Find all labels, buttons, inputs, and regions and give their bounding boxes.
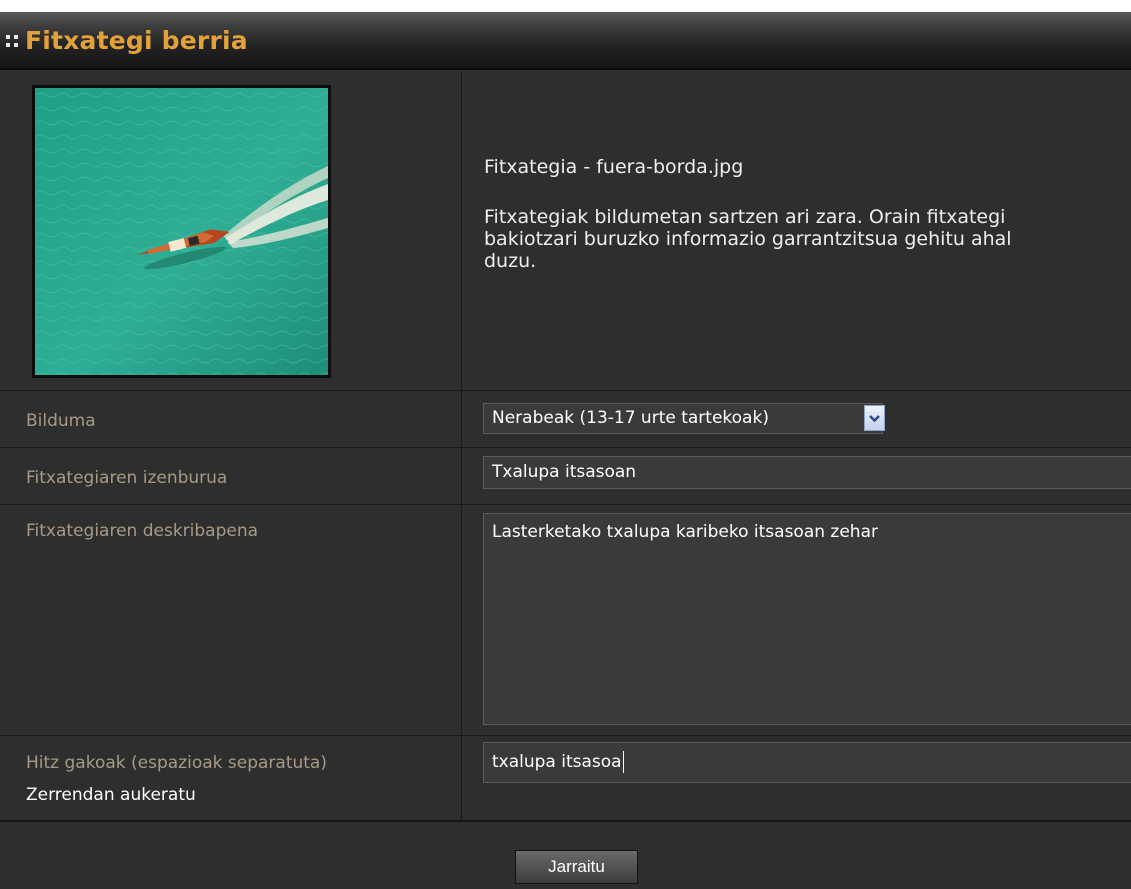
- keywords-label-cell: Hitz gakoak (espazioak separatuta) Zerre…: [0, 736, 462, 820]
- text-cursor: [622, 751, 624, 773]
- description-label-cell: Fitxategiaren deskribapena: [0, 505, 462, 735]
- panel-title: Fitxategi berria: [25, 26, 248, 55]
- description-row: Fitxategiaren deskribapena Lasterketako …: [0, 505, 1131, 736]
- collection-label: Bilduma: [26, 411, 96, 431]
- new-file-panel: Fitxategi berria Fitxategia - fuera-bord…: [0, 12, 1131, 889]
- preview-cell: [0, 72, 462, 390]
- keywords-row: Hitz gakoak (espazioak separatuta) Zerre…: [0, 736, 1131, 820]
- panel-footer: Jarraitu: [0, 820, 1131, 889]
- title-label-cell: Fitxategiaren izenburua: [0, 448, 462, 504]
- file-info-row: Fitxategia - fuera-borda.jpg Fitxategiak…: [0, 72, 1131, 391]
- title-row: Fitxategiaren izenburua Txalupa itsasoan: [0, 448, 1131, 505]
- file-preview-frame: [32, 85, 331, 378]
- description-label: Fitxategiaren deskribapena: [26, 521, 259, 541]
- panel-header: Fitxategi berria: [0, 12, 1131, 70]
- collection-row: Bilduma Nerabeak (13-17 urte tartekoak): [0, 391, 1131, 448]
- keywords-input[interactable]: txalupa itsasoa: [483, 742, 1131, 783]
- description-field-cell: Lasterketako txalupa karibeko itsasoan z…: [462, 505, 1131, 735]
- title-label: Fitxategiaren izenburua: [26, 468, 228, 488]
- description-textarea[interactable]: Lasterketako txalupa karibeko itsasoan z…: [483, 513, 1131, 725]
- keywords-field-cell: txalupa itsasoa: [462, 736, 1131, 820]
- chevron-down-icon[interactable]: [864, 405, 885, 431]
- file-info-cell: Fitxategia - fuera-borda.jpg Fitxategiak…: [462, 72, 1131, 390]
- continue-button[interactable]: Jarraitu: [515, 850, 638, 884]
- keywords-label: Hitz gakoak (espazioak separatuta): [26, 753, 327, 773]
- keywords-input-value: txalupa itsasoa: [492, 752, 622, 772]
- file-name-text: Fitxategia - fuera-borda.jpg: [484, 156, 744, 178]
- collection-select[interactable]: Nerabeak (13-17 urte tartekoak): [483, 403, 883, 434]
- collection-field-cell: Nerabeak (13-17 urte tartekoak): [462, 391, 1131, 447]
- drag-grip-icon: [6, 35, 20, 49]
- instructions-text: Fitxategiak bildumetan sartzen ari zara.…: [484, 206, 1012, 272]
- file-preview-image: [35, 88, 328, 375]
- title-field-cell: Txalupa itsasoan: [462, 448, 1131, 504]
- collection-select-value: Nerabeak (13-17 urte tartekoak): [492, 408, 769, 428]
- title-input[interactable]: Txalupa itsasoan: [483, 456, 1131, 489]
- collection-label-cell: Bilduma: [0, 391, 462, 447]
- choose-from-list-link[interactable]: Zerrendan aukeratu: [26, 785, 196, 805]
